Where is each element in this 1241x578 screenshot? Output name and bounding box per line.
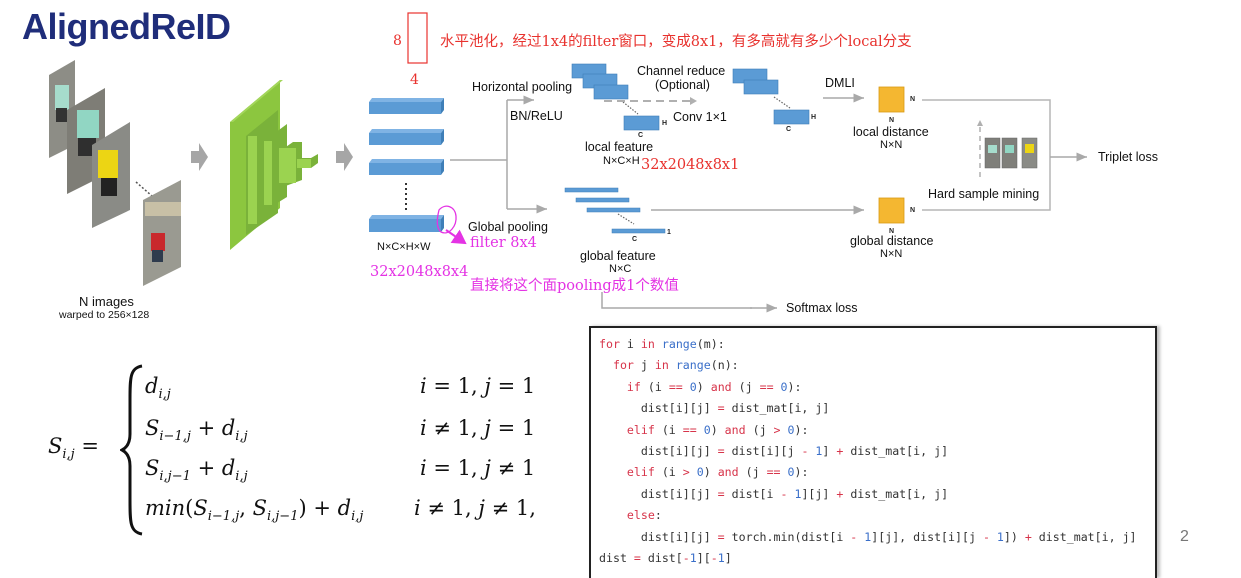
conv-label: Conv 1×1 <box>673 110 727 124</box>
code-text: for i in range(m): for j in range(n): if… <box>591 328 1155 569</box>
code-line: for j in range(n): <box>612 358 739 373</box>
input-sublabel: warped to 256×128 <box>59 309 150 321</box>
arrow-to-feature-icon <box>336 143 353 171</box>
reduced-axis-h: H <box>811 114 817 121</box>
page-number: 2 <box>1180 528 1189 545</box>
feature-map-slabs <box>369 98 444 232</box>
input-image-stack <box>49 60 181 286</box>
formula-case-3-expr: Si,j−1 + di,j <box>145 456 248 485</box>
formula-case-3-cond: i = 1, j ≠ 1 <box>420 456 536 480</box>
code-line: elif (i > 0) and (j == 0): <box>626 465 809 480</box>
bn-relu-label: BN/ReLU <box>510 109 563 123</box>
global-n-right: N <box>910 207 916 214</box>
arrow-to-cnn-icon <box>191 143 208 171</box>
formula-case-1-expr: di,j <box>145 374 171 403</box>
local-n-right: N <box>910 96 916 103</box>
person-image-n <box>143 180 181 286</box>
cnn-backbone <box>230 80 318 250</box>
formula-case-4-expr: min(Si−1,j, Si,j−1) + di,j <box>145 496 364 525</box>
local-feature-label: local feature <box>585 140 654 154</box>
local-distance-matrix <box>878 86 905 113</box>
global-distance-shape: N×N <box>880 248 903 260</box>
local-distance-shape: N×N <box>880 139 903 151</box>
code-line: dist[i][j] = dist[i - 1][j] + dist_mat[i… <box>599 486 949 501</box>
local-n-bottom: N <box>889 117 895 124</box>
dmli-label: DMLI <box>825 76 855 90</box>
local-feature-size-note: 32x2048x8x1 <box>641 157 740 173</box>
pool-height-label: 8 <box>393 33 402 49</box>
global-axis-c: C <box>632 236 638 243</box>
formula-case-1-cond: i = 1, j = 1 <box>420 374 536 398</box>
code-line: dist[i][j] = torch.min(dist[i - 1][j], d… <box>599 529 1137 544</box>
pool-width-label: 4 <box>410 72 419 88</box>
horizontal-pool-note: 水平池化，经过1x4的filter窗口，变成8x1，有多高就有多少个local分… <box>440 34 912 50</box>
formula-case-2-expr: Si−1,j + di,j <box>145 416 248 445</box>
reduced-feature-stack <box>732 68 810 125</box>
formula-case-4-cond: i ≠ 1, j ≠ 1, <box>414 496 536 520</box>
global-distance-label: global distance <box>850 234 934 248</box>
filter-arrow-icon <box>445 229 467 245</box>
code-line: dist[i][j] = dist[i][j - 1] + dist_mat[i… <box>599 444 949 459</box>
stack-ellipsis <box>135 181 153 197</box>
code-line: else: <box>626 508 662 523</box>
triplet-loss-label: Triplet loss <box>1098 150 1158 164</box>
code-block: for i in range(m): for j in range(n): if… <box>589 326 1157 578</box>
code-line: for i in range(m): <box>599 337 725 351</box>
horizontal-pooling-label: Horizontal pooling <box>472 80 573 94</box>
global-distance-matrix <box>878 197 905 224</box>
global-feature-stack <box>564 187 666 234</box>
local-axis-h: H <box>662 120 668 127</box>
global-feature-shape: N×C <box>609 263 632 275</box>
channel-reduce-label: Channel reduce <box>637 64 726 78</box>
pool-window-box <box>407 12 428 64</box>
mining-thumbnails <box>984 137 1038 169</box>
feature-map-size-note: 32x2048x8x4 <box>370 264 469 280</box>
hard-sample-mining-label: Hard sample mining <box>928 187 1040 201</box>
global-pool-note: 直接将这个面pooling成1个数值 <box>470 278 679 294</box>
code-line: if (i == 0) and (j == 0): <box>626 379 802 394</box>
softmax-loss-label: Softmax loss <box>786 301 858 315</box>
formula-case-2-cond: i ≠ 1, j = 1 <box>420 416 536 440</box>
global-pool-filter-note: filter 8x4 <box>470 235 537 251</box>
reduced-axis-c: C <box>786 126 792 133</box>
code-line: dist[i][j] = dist_mat[i, j] <box>599 401 830 416</box>
shortest-path-formula: Si,j = di,j i = 1, j = 1 Si−1,j + di,j i… <box>40 360 560 540</box>
code-line: dist = dist[-1][-1] <box>599 551 732 566</box>
formula-lhs: Si,j = <box>48 434 100 463</box>
channel-reduce-optional: (Optional) <box>655 78 710 92</box>
input-label: N images <box>79 294 134 309</box>
feature-map-shape: N×C×H×W <box>377 241 431 253</box>
global-feature-label: global feature <box>580 249 656 263</box>
local-axis-c: C <box>638 132 644 139</box>
local-feature-shape: N×C×H <box>603 155 640 167</box>
global-pooling-label: Global pooling <box>468 220 548 234</box>
code-line: elif (i == 0) and (j > 0): <box>626 422 809 437</box>
global-axis-1: 1 <box>667 229 671 236</box>
local-distance-label: local distance <box>853 125 929 139</box>
